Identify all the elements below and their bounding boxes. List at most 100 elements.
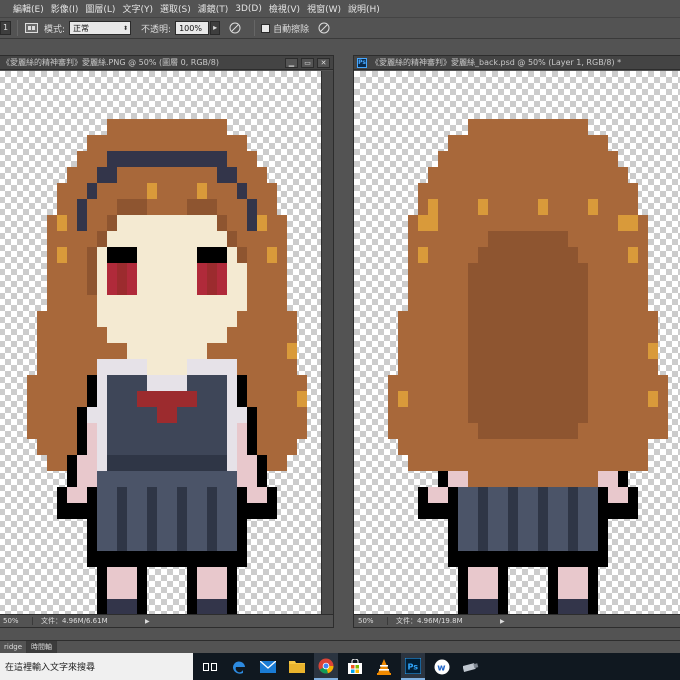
mail-icon[interactable] [256,653,280,680]
pixel [578,423,588,439]
pressure-size-icon[interactable] [317,21,331,35]
pixel [67,183,77,199]
chrome-icon[interactable] [314,653,338,680]
pixel [57,455,67,471]
menu-help[interactable]: 說明(H) [348,2,380,15]
pixel [468,439,478,455]
status-menu-arrow-icon[interactable]: ▶ [500,618,505,625]
pixel [458,183,468,199]
pixel [147,535,157,551]
pixel [528,247,538,263]
canvas-front[interactable] [0,71,321,614]
restore-button[interactable]: ▭ [301,57,314,68]
vertical-scrollbar[interactable] [321,71,333,614]
menu-3d[interactable]: 3D(D) [235,4,262,14]
usb-drive-icon[interactable] [459,653,483,680]
pixel [438,167,448,183]
document-window-front[interactable]: 《愛麗絲的精神審判》愛麗絲.PNG @ 50% (圖層 0, RGB/8) ▁ … [0,55,334,628]
pixel [127,151,137,167]
pixel [147,295,157,311]
pixel [508,391,518,407]
pixel [568,375,578,391]
pixel [107,183,117,199]
pixel [448,327,458,343]
pixel [488,231,498,247]
pixel [568,455,578,471]
pixel [468,183,478,199]
status-menu-arrow-icon[interactable]: ▶ [145,618,150,625]
menu-view[interactable]: 檢視(V) [269,2,300,15]
pixel [67,295,77,311]
pixel [97,471,107,487]
pixel [127,455,137,471]
pixel [197,567,207,583]
task-view-icon[interactable] [198,653,222,680]
file-explorer-icon[interactable] [285,653,309,680]
pixel [518,279,528,295]
pixel [528,327,538,343]
app-w-icon[interactable]: w [430,653,454,680]
auto-erase-checkbox[interactable] [261,23,271,33]
store-icon[interactable] [343,653,367,680]
pixel [548,455,558,471]
pixel [247,231,257,247]
pixel [618,215,628,231]
pixel [117,215,127,231]
pixel [548,487,558,503]
pixel [558,167,568,183]
menu-edit[interactable]: 編輯(E) [13,2,44,15]
minimize-button[interactable]: ▁ [285,57,298,68]
pixel [508,439,518,455]
pixel [167,167,177,183]
pixel [528,167,538,183]
pixel [57,327,67,343]
menu-select[interactable]: 選取(S) [160,2,191,15]
close-button[interactable]: ✕ [317,57,330,68]
pixel [478,215,488,231]
brush-size-field[interactable]: 1 [0,21,11,35]
opacity-dropdown[interactable]: ▸ [210,21,221,35]
menu-type[interactable]: 文字(Y) [122,2,153,15]
pixel [548,183,558,199]
pixel [187,295,197,311]
pixel [187,519,197,535]
document-tab[interactable]: 《愛麗絲的精神審判》愛麗絲.PNG @ 50% (圖層 0, RGB/8) ▁ … [0,56,333,70]
pixel [177,503,187,519]
pixel [137,295,147,311]
document-window-back[interactable]: Ps 《愛麗絲的精神審判》愛麗絲_back.psd @ 50% (Layer 1… [353,55,680,628]
pixel-art-back-view [368,119,680,614]
pixel [217,183,227,199]
menu-image[interactable]: 影像(I) [51,2,79,15]
menu-filter[interactable]: 濾鏡(T) [198,2,229,15]
taskbar-search-input[interactable]: 在這裡輸入文字來搜尋 [0,653,193,680]
pixel [598,359,608,375]
zoom-level[interactable]: 50% [354,617,388,625]
zoom-level[interactable]: 50% [0,617,33,625]
pixel [538,343,548,359]
pixel [398,375,408,391]
pixel [648,375,658,391]
opacity-field[interactable]: 100% [175,21,210,35]
pixel [638,263,648,279]
pressure-opacity-icon[interactable] [228,21,242,35]
menu-window[interactable]: 視窗(W) [307,2,341,15]
pixel [658,391,668,407]
pixel [628,391,638,407]
canvas-back[interactable] [354,71,680,614]
edge-icon[interactable] [227,653,251,680]
pixel [277,263,287,279]
document-tab[interactable]: Ps 《愛麗絲的精神審判》愛麗絲_back.psd @ 50% (Layer 1… [354,56,680,70]
menu-layer[interactable]: 圖層(L) [85,2,115,15]
pixel [57,391,67,407]
panel-tab-bridge[interactable]: ridge [0,640,28,654]
brush-panel-icon[interactable] [24,21,38,35]
pixel [277,279,287,295]
panel-tab-timeline[interactable]: 時間軸 [27,640,58,654]
divider [254,20,256,36]
mode-select[interactable]: 正常 ⬍ [69,21,132,35]
pixel [658,423,668,439]
pixel [468,199,478,215]
pixel [538,359,548,375]
vlc-icon[interactable] [372,653,396,680]
photoshop-icon[interactable]: Ps [401,653,425,680]
